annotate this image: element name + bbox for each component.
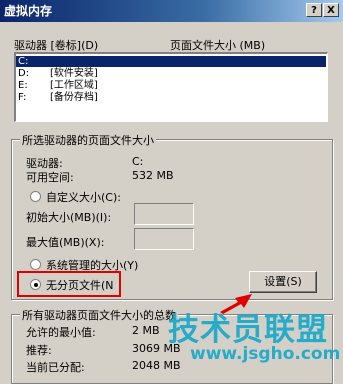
- drive-letter: E:: [18, 80, 28, 91]
- custom-size-label[interactable]: 自定义大小(C):: [46, 189, 121, 205]
- free-space-label: 可用空间:: [26, 171, 74, 184]
- drive-label: [备份存档]: [50, 92, 98, 103]
- drive-label: [工作区域]: [50, 80, 98, 91]
- min-allowed-value: 2 MB: [132, 324, 160, 337]
- highlight-box: [17, 271, 121, 297]
- drive-label: [软件安装]: [50, 68, 98, 79]
- drive-value: C:: [132, 155, 144, 168]
- free-space-value: 532 MB: [132, 169, 174, 182]
- min-allowed-label: 允许的最小值:: [26, 326, 96, 339]
- watermark-url: www.jsgho.com: [190, 344, 341, 364]
- custom-size-radio[interactable]: [30, 191, 41, 202]
- watermark-logo-text: 技术员联盟: [168, 312, 328, 348]
- max-size-label: 最大值(MB)(X):: [26, 236, 105, 249]
- drive-column-header: 驱动器 [卷标](D): [14, 39, 99, 52]
- drive-row[interactable]: F: [备份存档]: [16, 92, 326, 103]
- selected-drive-group-title: 所选驱动器的页面文件大小: [20, 132, 156, 148]
- window-title: 虚拟内存: [4, 4, 53, 18]
- set-button[interactable]: 设置(S): [249, 271, 317, 293]
- current-allocated-label: 当前已分配:: [26, 361, 85, 374]
- drive-row[interactable]: D: [软件安装]: [16, 68, 326, 79]
- recommended-label: 推荐:: [26, 344, 52, 357]
- system-managed-radio[interactable]: [30, 259, 41, 270]
- drive-letter: F:: [18, 92, 27, 103]
- drive-letter: D:: [18, 68, 30, 79]
- close-button[interactable]: X: [323, 3, 339, 17]
- drive-row[interactable]: C:: [16, 56, 326, 67]
- pagefile-column-header: 页面文件大小 (MB): [170, 39, 266, 52]
- title-bar: 虚拟内存: [0, 0, 343, 22]
- all-drives-group-title: 所有驱动器页面文件大小的总数: [20, 307, 178, 323]
- help-button[interactable]: ?: [306, 3, 322, 17]
- current-allocated-value: 2048 MB: [132, 359, 181, 372]
- initial-size-label: 初始大小(MB)(I):: [26, 211, 112, 224]
- max-size-input[interactable]: [134, 228, 194, 250]
- initial-size-input[interactable]: [134, 203, 194, 225]
- drive-list[interactable]: C: D: [软件安装] E: [工作区域] F: [备份存档]: [14, 52, 328, 122]
- drive-letter: C:: [18, 56, 29, 67]
- drive-row[interactable]: E: [工作区域]: [16, 80, 326, 91]
